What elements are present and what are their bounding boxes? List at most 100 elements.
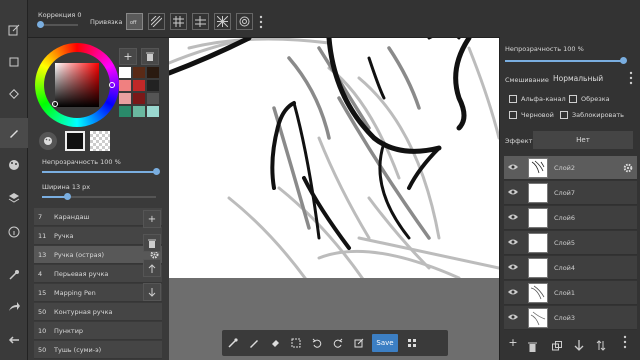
effect-button[interactable]: Нет: [533, 131, 633, 149]
brush-item-contour-pen[interactable]: 50 Контурная ручка: [34, 303, 162, 321]
blend-mode-select[interactable]: Нормальный: [553, 74, 603, 83]
eraser-icon[interactable]: [264, 332, 285, 354]
transparent-color-swatch[interactable]: [90, 131, 110, 151]
visibility-eye-icon[interactable]: [508, 162, 518, 172]
snap-grid-icon[interactable]: [170, 13, 187, 30]
palette-swatch[interactable]: [147, 106, 159, 117]
add-color-icon[interactable]: +: [119, 48, 137, 65]
sort-layers-icon[interactable]: [596, 336, 606, 355]
brush-item-ink[interactable]: 50 Тушь (суми-э): [34, 341, 162, 359]
palette-swatch[interactable]: [133, 67, 145, 78]
lock-checkbox[interactable]: [560, 111, 568, 119]
layer-opacity-slider[interactable]: [505, 57, 627, 64]
eyedropper-tool-icon[interactable]: [222, 332, 243, 354]
palette-swatch[interactable]: [119, 106, 131, 117]
saturation-value-square[interactable]: [55, 63, 99, 107]
layer-row[interactable]: Слой5: [504, 231, 637, 255]
primary-color-swatch[interactable]: [65, 131, 85, 151]
visibility-eye-icon[interactable]: [508, 312, 518, 322]
drawing-canvas[interactable]: [169, 38, 499, 278]
pen-tool-icon[interactable]: [0, 118, 28, 148]
delete-color-icon[interactable]: [141, 48, 159, 65]
grid-menu-icon[interactable]: [401, 332, 422, 354]
snap-circle-icon[interactable]: [236, 13, 253, 30]
palette-swatch[interactable]: [119, 93, 131, 104]
eyedropper-icon[interactable]: [4, 265, 24, 285]
pen-tool-button-icon[interactable]: [243, 332, 264, 354]
layers-icon[interactable]: [4, 188, 24, 208]
palette-icon[interactable]: [4, 155, 24, 175]
layer-row[interactable]: Слой2: [504, 156, 637, 180]
back-icon[interactable]: [4, 330, 24, 350]
palette-settings-icon[interactable]: [39, 132, 57, 150]
palette-swatch[interactable]: [119, 67, 131, 78]
info-icon[interactable]: [4, 222, 24, 242]
layer-thumbnail: [528, 183, 548, 203]
share-icon[interactable]: [4, 297, 24, 317]
brush-width-slider[interactable]: [42, 193, 156, 200]
color-picker-handle[interactable]: [52, 101, 58, 107]
snap-radial-icon[interactable]: [214, 13, 231, 30]
add-brush-icon[interactable]: +: [143, 210, 161, 228]
visibility-eye-icon[interactable]: [508, 287, 518, 297]
palette-swatch[interactable]: [147, 67, 159, 78]
save-button[interactable]: Save: [372, 334, 398, 352]
layer-row[interactable]: Слой3: [504, 306, 637, 330]
palette-swatch[interactable]: [147, 80, 159, 91]
brush-width-thumb[interactable]: [64, 193, 71, 200]
correction-slider[interactable]: [37, 21, 78, 28]
layer-more-icon[interactable]: [628, 70, 634, 85]
snap-label: Привязка: [90, 18, 123, 26]
brush-item-dotted[interactable]: 10 Пунктир: [34, 322, 162, 340]
more-vert-icon[interactable]: [258, 14, 264, 29]
hue-handle[interactable]: [109, 82, 115, 88]
layer-row[interactable]: Слой1: [504, 281, 637, 305]
brush-opacity-label: Непрозрачность 100 %: [42, 158, 121, 166]
palette-swatch[interactable]: [133, 80, 145, 91]
correction-slider-thumb[interactable]: [37, 21, 44, 28]
visibility-eye-icon[interactable]: [508, 187, 518, 197]
palette-swatch[interactable]: [133, 106, 145, 117]
palette-swatch[interactable]: [133, 93, 145, 104]
layer-actions-more-icon[interactable]: [622, 334, 628, 349]
delete-brush-icon[interactable]: [143, 234, 161, 252]
effect-label: Эффект: [505, 137, 533, 145]
delete-layer-icon[interactable]: [528, 337, 537, 356]
lasso-icon[interactable]: [285, 332, 306, 354]
undo-icon[interactable]: [306, 332, 327, 354]
move-brush-up-icon[interactable]: [143, 259, 161, 277]
svg-text:off: off: [130, 20, 137, 26]
layer-opacity-thumb[interactable]: [620, 57, 627, 64]
layer-row[interactable]: Слой7: [504, 181, 637, 205]
layer-row[interactable]: Слой6: [504, 206, 637, 230]
brush-opacity-slider[interactable]: [42, 168, 160, 175]
draft-checkbox[interactable]: [509, 111, 517, 119]
snap-cross-icon[interactable]: [192, 13, 209, 30]
layer-settings-gear-icon[interactable]: [623, 163, 633, 175]
edit-icon[interactable]: [4, 20, 24, 40]
snap-off-button[interactable]: off: [126, 13, 143, 30]
selection-icon[interactable]: [4, 52, 24, 72]
palette-swatch[interactable]: [147, 93, 159, 104]
external-icon[interactable]: [348, 332, 369, 354]
clip-checkbox[interactable]: [569, 95, 577, 103]
visibility-eye-icon[interactable]: [508, 237, 518, 247]
transform-icon[interactable]: [4, 84, 24, 104]
color-wheel[interactable]: [35, 43, 119, 127]
canvas-artwork: [169, 38, 499, 278]
duplicate-layer-icon[interactable]: [552, 336, 562, 355]
redo-icon[interactable]: [327, 332, 348, 354]
brush-opacity-thumb[interactable]: [153, 168, 160, 175]
alpha-checkbox[interactable]: [509, 95, 517, 103]
move-brush-down-icon[interactable]: [143, 283, 161, 301]
add-layer-icon[interactable]: +: [506, 335, 520, 349]
palette-swatch[interactable]: [119, 80, 131, 91]
blend-mode-label: Смешивание: [505, 76, 549, 84]
snap-parallel-icon[interactable]: [148, 13, 165, 30]
layer-thumbnail: [528, 158, 548, 178]
brush-width-label: Ширина 13 px: [42, 183, 91, 191]
move-layer-down-icon[interactable]: [574, 336, 584, 355]
visibility-eye-icon[interactable]: [508, 212, 518, 222]
visibility-eye-icon[interactable]: [508, 262, 518, 272]
layer-row[interactable]: Слой4: [504, 256, 637, 280]
